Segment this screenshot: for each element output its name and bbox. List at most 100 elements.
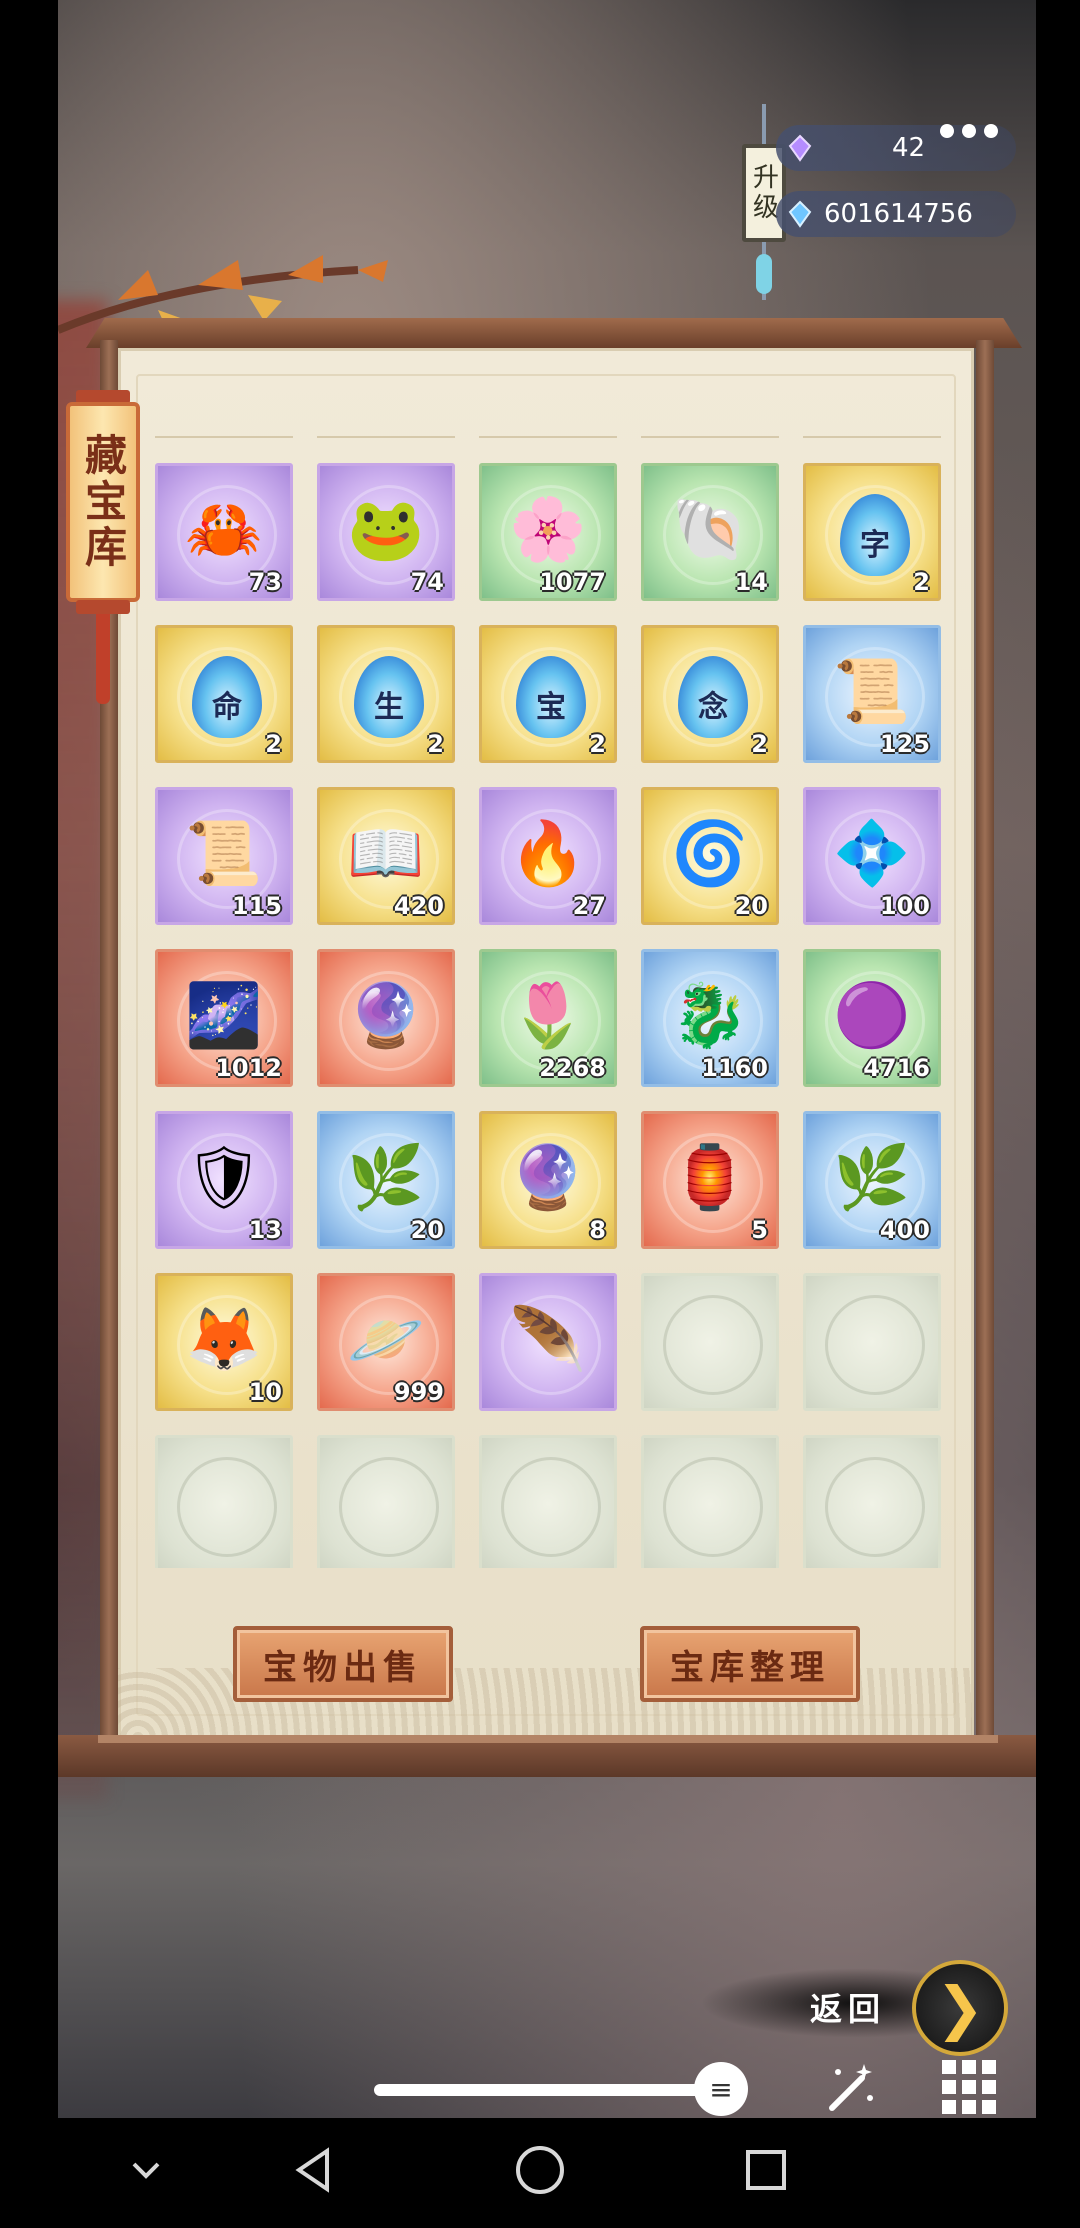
inventory-slot[interactable]: 🟣 4716 [803, 949, 941, 1087]
item-count: 2 [265, 730, 282, 758]
inventory-slot[interactable]: 🪐 999 [317, 1273, 455, 1411]
flame-glyph: 念 [698, 690, 728, 725]
cabinet-top [86, 318, 1022, 348]
flame-glyph: 字 [860, 528, 890, 563]
inventory-slot[interactable]: 🌸 1077 [479, 463, 617, 601]
slider-knob-icon: ≡ [709, 2072, 733, 2106]
item-count: 2 [589, 730, 606, 758]
blue-crystal-icon [788, 200, 812, 228]
galaxy-scroll-icon: 🌌 [185, 978, 263, 1052]
cabinet-base [58, 1735, 1036, 1777]
currency-1-value: 42 [892, 133, 926, 163]
inventory-slot[interactable]: 🌌 1012 [155, 949, 293, 1087]
sort-treasury-button[interactable]: 宝库整理 [640, 1626, 860, 1702]
letter-scroll-icon: 📜 [185, 816, 263, 890]
slot-pattern [825, 1457, 925, 1557]
inventory-slot[interactable]: 念2 [641, 625, 779, 763]
armor-icon: 🛡 [184, 1140, 264, 1214]
cabinet-post-right [976, 340, 994, 1740]
inventory-slot[interactable]: 🐉 1160 [641, 949, 779, 1087]
inventory-slot[interactable]: 🔮 [317, 949, 455, 1087]
back-label[interactable]: 返回 [810, 1984, 886, 2030]
sell-treasure-button[interactable]: 宝物出售 [233, 1626, 453, 1702]
dragon-icon: 🐉 [671, 978, 749, 1052]
lantern-bottom [76, 600, 130, 614]
dark-crystal-icon: 💠 [833, 816, 911, 890]
item-count: 1077 [539, 568, 606, 596]
currency-2-value: 601614756 [824, 199, 973, 229]
inventory-slot[interactable]: 🛡 13 [155, 1111, 293, 1249]
golden-feather-icon: 🪶 [509, 1302, 587, 1376]
empty-slot[interactable] [803, 1435, 941, 1568]
page-title: 藏宝库 [66, 402, 140, 602]
title-lantern: 藏宝库 [66, 390, 140, 730]
snail-shell-icon: 🐚 [671, 492, 749, 566]
back-arrow-button[interactable]: ❯ [912, 1960, 1008, 2056]
slider-knob[interactable]: ≡ [694, 2062, 748, 2116]
golden-toad-icon: 🐸 [347, 492, 425, 566]
column-dividers [155, 436, 941, 438]
inventory-slot[interactable]: 命2 [155, 625, 293, 763]
empty-slot[interactable] [155, 1435, 293, 1568]
inventory-slot[interactable]: 宝2 [479, 625, 617, 763]
crab-icon: 🦀 [185, 492, 263, 566]
recents-square-icon[interactable] [736, 2140, 796, 2200]
item-count: 115 [231, 892, 282, 920]
item-count: 1012 [215, 1054, 282, 1082]
empty-slot[interactable] [641, 1435, 779, 1568]
item-count: 5 [751, 1216, 768, 1244]
inventory-slot[interactable]: 🔥 27 [479, 787, 617, 925]
inventory-slot[interactable]: 🐸 74 [317, 463, 455, 601]
inventory-slot[interactable]: 🌿 20 [317, 1111, 455, 1249]
flame-glyph: 宝 [536, 690, 566, 725]
inventory-slot[interactable]: 🏮 5 [641, 1111, 779, 1249]
inventory-slot[interactable]: 🔮 8 [479, 1111, 617, 1249]
slot-pattern [339, 1457, 439, 1557]
inventory-slot[interactable]: 🐚 14 [641, 463, 779, 601]
empty-slot[interactable] [641, 1273, 779, 1411]
inventory-slot[interactable]: 💠 100 [803, 787, 941, 925]
back-triangle-icon[interactable] [284, 2140, 344, 2200]
empty-slot[interactable] [317, 1435, 455, 1568]
item-count: 10 [248, 1378, 282, 1406]
chevron-down-icon[interactable] [116, 2140, 176, 2200]
inventory-slot[interactable]: 🌿 400 [803, 1111, 941, 1249]
white-flower-icon: 🌸 [509, 492, 587, 566]
empty-slot[interactable] [803, 1273, 941, 1411]
inventory-grid: 🦀 73 🐸 74 🌸 1077 🐚 14 字 2 命 2 生 2 宝 2 念 2 📜 125 📜 115 📖 420 🔥 27 🌀… [155, 463, 941, 1568]
herb-icon: 🌿 [833, 1140, 911, 1214]
inventory-slot[interactable]: 🦊 10 [155, 1273, 293, 1411]
empty-slot[interactable] [479, 1435, 617, 1568]
currency-bar-diamond: 601614756 [776, 191, 1016, 237]
inventory-slot[interactable]: 🌀 20 [641, 787, 779, 925]
herb-icon: 🌿 [347, 1140, 425, 1214]
item-count: 2 [427, 730, 444, 758]
zoom-slider-track[interactable] [374, 2084, 704, 2096]
inventory-slot[interactable]: 🪶 [479, 1273, 617, 1411]
inventory-slot[interactable]: 字2 [803, 463, 941, 601]
slot-pattern [825, 1295, 925, 1395]
tag-tassel [756, 254, 772, 294]
fire-icon: 🔥 [509, 816, 587, 890]
inventory-slot[interactable]: 🦀 73 [155, 463, 293, 601]
item-count: 27 [572, 892, 606, 920]
item-count: 20 [410, 1216, 444, 1244]
lantern-tassel [96, 614, 110, 704]
purple-crystal-icon [788, 134, 812, 162]
more-options-icon[interactable] [940, 124, 998, 138]
item-count: 1160 [701, 1054, 768, 1082]
magic-wand-icon[interactable] [818, 2058, 878, 2118]
chevron-right-icon: ❯ [935, 1974, 985, 2042]
grid-menu-icon[interactable] [942, 2060, 996, 2114]
item-count: 74 [410, 568, 444, 596]
inventory-grid-viewport[interactable]: 🦀 73 🐸 74 🌸 1077 🐚 14 字 2 命 2 生 2 宝 2 念 2 📜 125 📜 115 📖 420 🔥 27 🌀… [150, 458, 950, 1568]
home-circle-icon[interactable] [510, 2140, 570, 2200]
inventory-slot[interactable]: 📖 420 [317, 787, 455, 925]
inventory-slot[interactable]: 📜 125 [803, 625, 941, 763]
inventory-slot[interactable]: 🌷 2268 [479, 949, 617, 1087]
item-count: 2 [913, 568, 930, 596]
inventory-slot[interactable]: 生2 [317, 625, 455, 763]
inventory-slot[interactable]: 📜 115 [155, 787, 293, 925]
item-count: 8 [589, 1216, 606, 1244]
purple-swirl-icon: 🌀 [671, 816, 749, 890]
